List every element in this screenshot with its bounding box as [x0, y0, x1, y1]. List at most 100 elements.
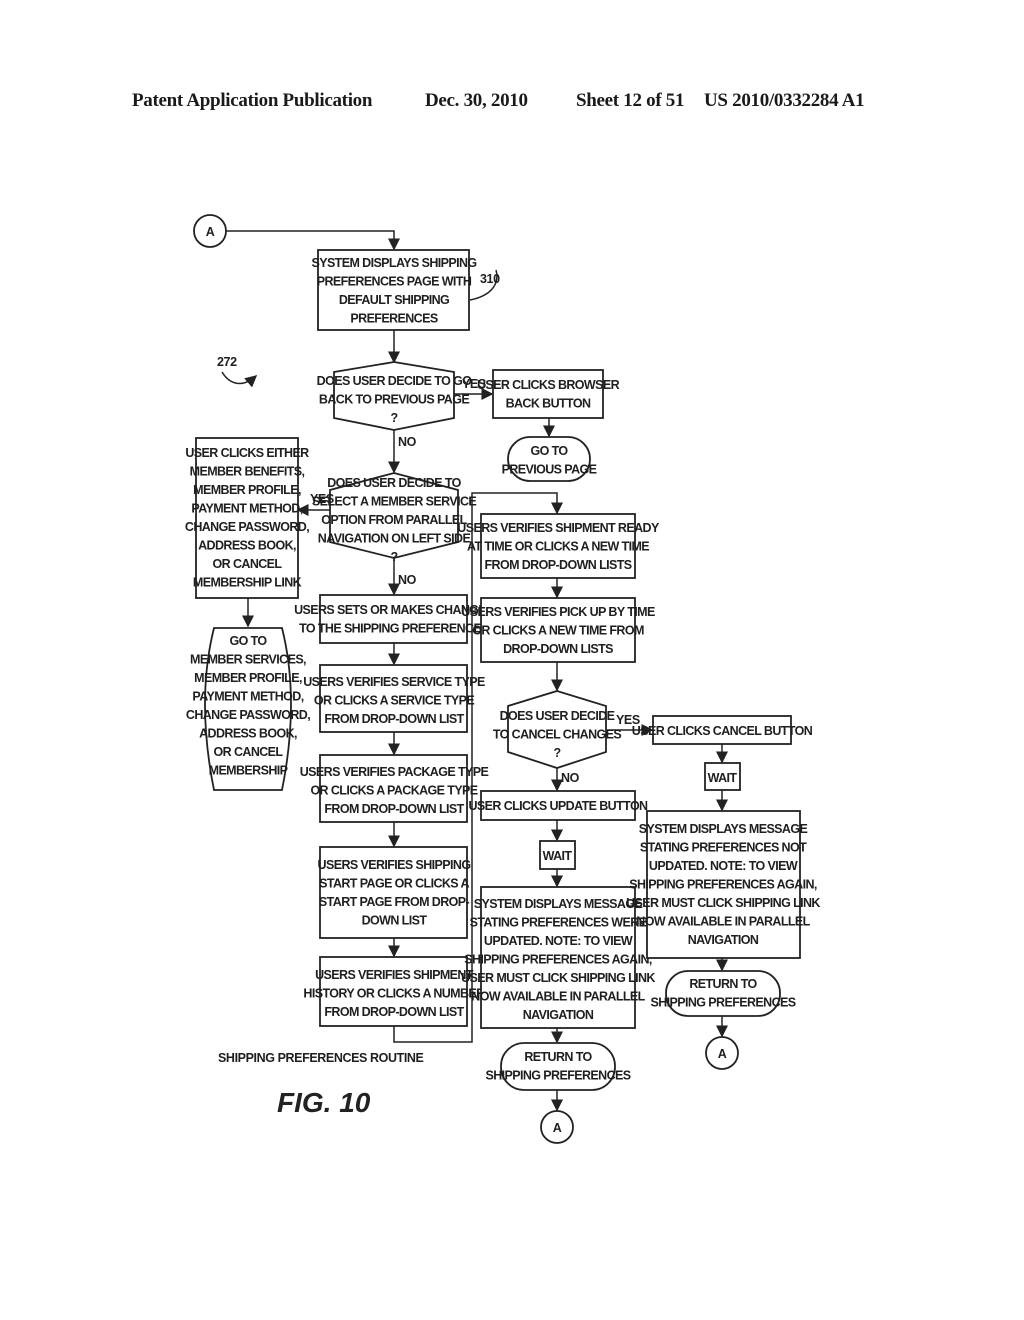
- decision-member-service-text: DOES USER DECIDE TO SELECT A MEMBER SERVI…: [312, 476, 476, 564]
- text-line: UPDATED. NOTE: TO VIEW: [649, 859, 798, 873]
- text-line: SYSTEM DISPLAYS MESSAGE: [639, 822, 808, 836]
- text-line: NOW AVAILABLE IN PARALLEL: [636, 915, 810, 929]
- text-line: NAVIGATION: [523, 1008, 594, 1022]
- text-line: USERS VERIFIES PICK UP BY TIME: [461, 605, 655, 619]
- connector-a-start-label: A: [206, 225, 215, 239]
- text-line: USERS VERIFIES SHIPMENT READY: [457, 521, 660, 535]
- text-line: OR CLICKS A SERVICE TYPE: [314, 694, 474, 708]
- text-line: USERS VERIFIES SHIPPING: [318, 858, 471, 872]
- text-line: STATING PREFERENCES NOT: [640, 841, 807, 855]
- text-line: ADDRESS BOOK,: [198, 539, 296, 553]
- text-line: DEFAULT SHIPPING: [339, 293, 449, 307]
- label-no-member: NO: [398, 573, 417, 587]
- text-line: USER CLICKS EITHER: [185, 446, 309, 460]
- text-line: OR CLICKS A PACKAGE TYPE: [310, 784, 477, 798]
- node-update-button-text: USER CLICKS UPDATE BUTTON: [469, 799, 649, 813]
- text-line: TO CANCEL CHANGES: [493, 728, 622, 742]
- text-line: MEMBER SERVICES,: [190, 653, 306, 667]
- node-ready-time-text: USERS VERIFIES SHIPMENT READY AT TIME OR …: [457, 521, 660, 572]
- text-line: NOW AVAILABLE IN PARALLEL: [471, 990, 645, 1004]
- text-line: WAIT: [708, 771, 738, 785]
- node-shipment-history-text: USERS VERIFIES SHIPMENT HISTORY OR CLICKS…: [303, 968, 485, 1019]
- figure-caption: SHIPPING PREFERENCES ROUTINE: [218, 1051, 424, 1065]
- text-line: CHANGE PASSWORD,: [186, 708, 310, 722]
- text-line: USERS VERIFIES SHIPMENT: [315, 968, 474, 982]
- text-line: UPDATED. NOTE: TO VIEW: [484, 934, 633, 948]
- text-line: NAVIGATION: [688, 933, 759, 947]
- label-yes-member: YES: [310, 492, 334, 506]
- text-line: BACK BUTTON: [506, 397, 591, 411]
- text-line: OPTION FROM PARALLEL: [321, 513, 467, 527]
- text-line: USER MUST CLICK SHIPPING LINK: [461, 971, 655, 985]
- text-line: FROM DROP-DOWN LISTS: [484, 558, 631, 572]
- text-line: SYSTEM DISPLAYS MESSAGE: [474, 897, 643, 911]
- text-line: STATING PREFERENCES WERE: [470, 916, 647, 930]
- text-line: PAYMENT METHOD,: [192, 690, 303, 704]
- text-line: PREFERENCES: [350, 312, 437, 326]
- text-line: CHANGE PASSWORD,: [185, 520, 309, 534]
- text-line: USER CLICKS CANCEL BUTTON: [632, 724, 813, 738]
- text-line: PREFERENCES PAGE WITH: [317, 275, 472, 289]
- node-package-type-text: USERS VERIFIES PACKAGE TYPE OR CLICKS A P…: [300, 765, 489, 816]
- text-line: PAYMENT METHOD,: [191, 502, 302, 516]
- text-line: PREVIOUS PAGE: [502, 463, 597, 477]
- text-line: NAVIGATION ON LEFT SIDE: [318, 532, 471, 546]
- label-no-back: NO: [398, 435, 417, 449]
- node-wait-middle-text: WAIT: [543, 849, 573, 863]
- text-line: ?: [553, 746, 560, 760]
- text-line: DOES USER DECIDE TO: [327, 476, 461, 490]
- text-line: BACK TO PREVIOUS PAGE: [319, 393, 469, 407]
- text-line: SHIPPING PREFERENCES: [651, 996, 796, 1010]
- node-message-updated-text: SYSTEM DISPLAYS MESSAGE STATING PREFERENC…: [461, 897, 655, 1022]
- text-line: START PAGE FROM DROP-: [319, 895, 470, 909]
- text-line: DOES USER DECIDE: [500, 709, 615, 723]
- ref-272: 272: [217, 355, 237, 369]
- connector-a-middle-label: A: [553, 1121, 562, 1135]
- text-line: DOES USER DECIDE TO GO: [317, 374, 473, 388]
- text-line: START PAGE OR CLICKS A: [319, 877, 469, 891]
- figure-label: FIG. 10: [277, 1087, 371, 1118]
- node-member-click: [195, 437, 299, 599]
- text-line: SHIPPING PREFERENCES AGAIN,: [464, 953, 652, 967]
- node-message-not-updated-text: SYSTEM DISPLAYS MESSAGE STATING PREFERENC…: [626, 822, 820, 947]
- connector-a-right-label: A: [718, 1047, 727, 1061]
- text-line: ?: [390, 411, 397, 425]
- text-line: MEMBERSHIP: [209, 764, 288, 778]
- text-line: USER CLICKS BROWSER: [477, 378, 620, 392]
- text-line: ?: [390, 550, 397, 564]
- ref-310: 310: [480, 272, 500, 286]
- text-line: OR CLICKS A NEW TIME FROM: [472, 624, 644, 638]
- flowchart: A 310 272 SYSTEM DISPLAYS SHIPPING PREFER…: [185, 214, 821, 1144]
- text-line: MEMBERSHIP LINK: [193, 576, 302, 590]
- text-line: FROM DROP-DOWN LIST: [324, 1005, 464, 1019]
- text-line: GO TO: [530, 444, 568, 458]
- text-line: WAIT: [543, 849, 573, 863]
- text-line: USERS VERIFIES PACKAGE TYPE: [300, 765, 489, 779]
- text-line: MEMBER PROFILE,: [193, 483, 301, 497]
- text-line: TO THE SHIPPING PREFERENCES: [299, 622, 489, 636]
- text-line: USER CLICKS UPDATE BUTTON: [469, 799, 649, 813]
- text-line: AT TIME OR CLICKS A NEW TIME: [467, 540, 649, 554]
- text-line: SYSTEM DISPLAYS SHIPPING: [311, 256, 476, 270]
- text-line: USER MUST CLICK SHIPPING LINK: [626, 896, 820, 910]
- text-line: RETURN TO: [689, 977, 757, 991]
- text-line: OR CANCEL: [214, 745, 284, 759]
- text-line: MEMBER BENEFITS,: [190, 465, 305, 479]
- node-service-type-text: USERS VERIFIES SERVICE TYPE OR CLICKS A S…: [303, 675, 485, 726]
- text-line: ADDRESS BOOK,: [199, 727, 297, 741]
- node-cancel-button-text: USER CLICKS CANCEL BUTTON: [632, 724, 813, 738]
- node-wait-right-text: WAIT: [708, 771, 738, 785]
- text-line: HISTORY OR CLICKS A NUMBER: [303, 987, 485, 1001]
- text-line: DOWN LIST: [362, 914, 428, 928]
- text-line: GO TO: [229, 634, 267, 648]
- text-line: SELECT A MEMBER SERVICE: [312, 495, 476, 509]
- text-line: SHIPPING PREFERENCES: [486, 1069, 631, 1083]
- text-line: MEMBER PROFILE,: [194, 671, 302, 685]
- text-line: FROM DROP-DOWN LIST: [324, 712, 464, 726]
- text-line: OR CANCEL: [213, 557, 283, 571]
- text-line: USERS VERIFIES SERVICE TYPE: [303, 675, 485, 689]
- text-line: DROP-DOWN LISTS: [503, 642, 613, 656]
- text-line: FROM DROP-DOWN LIST: [324, 802, 464, 816]
- label-no-cancel: NO: [561, 771, 580, 785]
- text-line: RETURN TO: [524, 1050, 592, 1064]
